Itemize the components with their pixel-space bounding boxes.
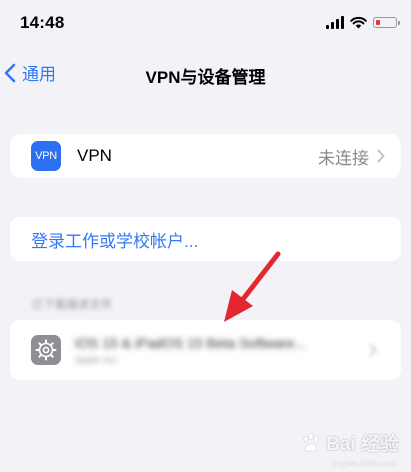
settings-gear-icon	[31, 335, 61, 365]
profile-subtitle: Apple Inc.	[75, 354, 120, 366]
signin-row[interactable]: 登录工作或学校帐户...	[10, 217, 401, 261]
profile-row[interactable]: iOS 15 & iPadOS 15 Beta Software... Appl…	[10, 320, 401, 380]
watermark-text: Bai 经验	[326, 434, 399, 455]
profile-name: iOS 15 & iPadOS 15 Beta Software...	[75, 334, 307, 351]
signin-work-school-account-link[interactable]: 登录工作或学校帐户...	[31, 227, 198, 252]
status-bar: 14:48	[0, 0, 411, 48]
baidu-watermark: Bai 经验	[300, 429, 399, 456]
paw-icon	[303, 432, 319, 451]
chevron-right-icon	[369, 343, 377, 357]
profiles-section-header: 已下载描述文件	[32, 299, 113, 311]
vpn-label: VPN	[77, 146, 112, 165]
watermark-url: jingyan.baidu.com	[332, 459, 397, 468]
cellular-signal-icon	[326, 16, 344, 29]
wifi-icon	[350, 16, 367, 29]
battery-icon	[373, 17, 400, 28]
chevron-right-icon	[377, 149, 385, 163]
vpn-row[interactable]: VPN VPN 未连接	[10, 134, 401, 178]
status-icons	[326, 16, 400, 29]
navigation-bar: 通用 VPN与设备管理	[0, 52, 411, 92]
profile-text: iOS 15 & iPadOS 15 Beta Software... Appl…	[75, 335, 306, 366]
vpn-status: 未连接	[318, 148, 369, 168]
page-title: VPN与设备管理	[145, 68, 266, 87]
status-time: 14:48	[20, 13, 65, 32]
vpn-icon: VPN	[31, 141, 61, 171]
